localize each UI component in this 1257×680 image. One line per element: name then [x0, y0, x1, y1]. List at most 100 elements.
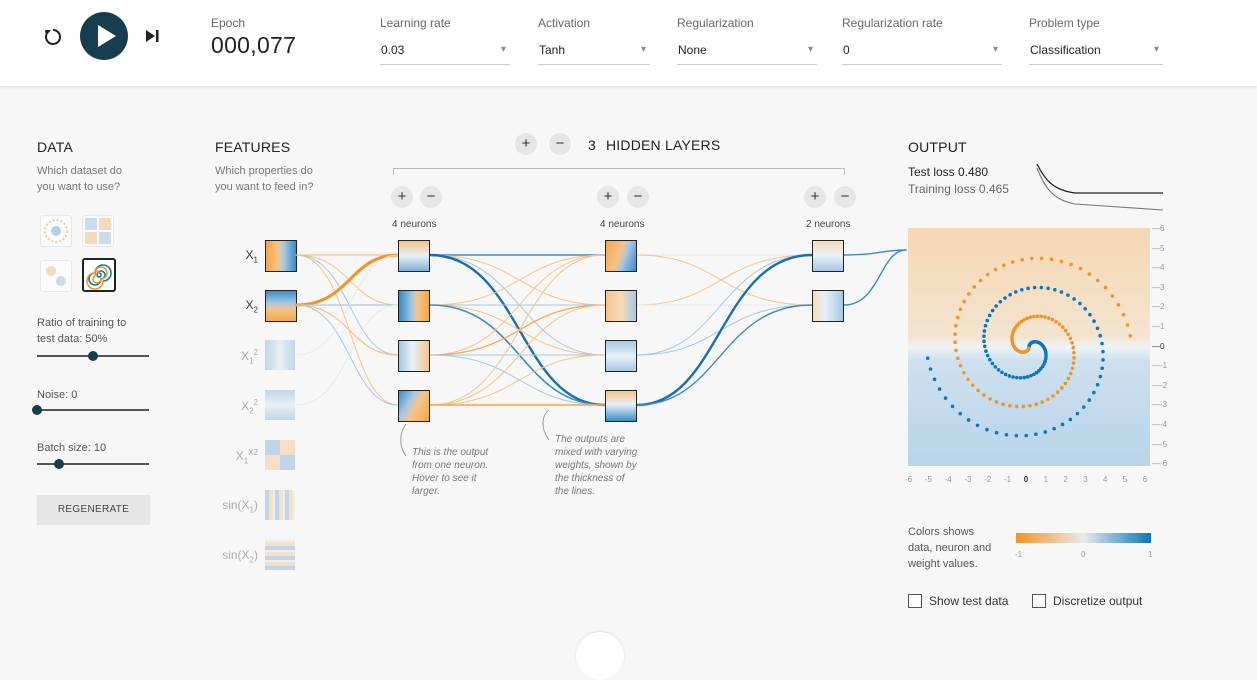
data-point	[988, 357, 992, 362]
data-point	[953, 340, 957, 345]
data-point	[1015, 375, 1019, 380]
legend-line: data, neuron and	[908, 542, 992, 554]
scroll-down-button[interactable]	[576, 632, 624, 680]
data-point	[1116, 303, 1121, 307]
x-tick-label: -4	[944, 475, 952, 484]
data-point	[958, 363, 963, 368]
data-point	[1025, 375, 1030, 379]
note-line: from one neuron.	[412, 460, 489, 471]
x-tick-label: 3	[1083, 475, 1088, 484]
data-point	[1039, 314, 1043, 319]
data-point	[1028, 403, 1032, 408]
spiral-points	[925, 256, 1133, 438]
y-tick-label: —4	[1152, 263, 1165, 273]
x-tick-label: -5	[924, 475, 932, 484]
scale-min: -1	[1015, 550, 1023, 559]
data-point	[1081, 405, 1086, 409]
y-tick-label: —-5	[1152, 439, 1168, 449]
data-point	[1028, 315, 1033, 319]
data-point	[1026, 286, 1030, 291]
data-point	[1004, 432, 1009, 437]
data-point	[1018, 375, 1023, 380]
data-point	[1098, 374, 1103, 379]
y-tick-label: —5	[1152, 243, 1165, 253]
data-point	[958, 307, 963, 312]
data-point	[1050, 317, 1055, 322]
x-tick-label: 0	[1023, 475, 1029, 484]
data-point	[1003, 372, 1008, 377]
data-point	[1110, 294, 1115, 298]
data-point	[1043, 315, 1047, 319]
data-point	[976, 388, 980, 393]
data-point	[1092, 390, 1096, 395]
data-point	[1128, 334, 1133, 338]
data-point	[1095, 326, 1100, 331]
y-tick-label: —3	[1152, 282, 1165, 292]
data-point	[954, 323, 958, 328]
data-point	[962, 370, 966, 375]
data-point	[993, 267, 998, 272]
data-point	[1024, 433, 1029, 438]
data-point	[994, 400, 999, 404]
data-point	[1071, 361, 1076, 365]
data-point	[1046, 316, 1051, 320]
note-line: mixed with varying	[555, 447, 638, 458]
data-point	[1013, 290, 1018, 294]
data-point	[993, 365, 998, 369]
data-point	[1121, 312, 1126, 317]
data-point	[987, 313, 992, 318]
show-test-data-label: Show test data	[929, 594, 1009, 608]
data-point	[1022, 375, 1026, 380]
note-line: This is the output	[412, 447, 489, 458]
show-test-data-checkbox[interactable]	[908, 594, 922, 608]
color-scale-bar	[1016, 533, 1151, 543]
data-point	[1019, 287, 1024, 292]
data-point	[1053, 287, 1057, 292]
y-tick-label: —-6	[1152, 459, 1168, 469]
data-point	[1020, 257, 1024, 262]
data-point	[985, 272, 990, 277]
data-point	[1063, 328, 1068, 333]
data-point	[990, 308, 995, 313]
data-point	[928, 367, 933, 371]
data-point	[1095, 382, 1100, 387]
note-line: the thickness of	[555, 473, 625, 484]
data-point	[984, 349, 988, 353]
data-point	[1063, 381, 1068, 386]
x-tick-label: 2	[1063, 475, 1068, 484]
data-point	[1103, 285, 1108, 290]
data-point	[1000, 370, 1004, 375]
data-point	[1051, 394, 1055, 398]
scale-max: 1	[1148, 550, 1153, 559]
data-point	[1066, 293, 1070, 297]
y-tick-label: —2	[1152, 302, 1165, 312]
data-point	[1101, 349, 1105, 354]
data-point	[1071, 345, 1076, 350]
data-point	[1072, 350, 1076, 355]
data-point	[1100, 341, 1104, 346]
output-title: OUTPUT	[908, 139, 967, 155]
output-heatmap[interactable]	[908, 228, 1150, 466]
data-point	[1069, 262, 1073, 267]
data-point	[1066, 332, 1070, 337]
data-point	[1088, 312, 1092, 317]
data-point	[1066, 376, 1071, 381]
data-point	[988, 397, 992, 401]
data-point	[982, 393, 986, 397]
data-point	[1046, 397, 1050, 402]
data-point	[1087, 272, 1092, 276]
data-point	[1100, 366, 1104, 371]
data-point	[1049, 257, 1054, 262]
note-line: weights, shown by	[555, 460, 637, 471]
discretize-output-label: Discretize output	[1053, 594, 1143, 608]
discretize-output-checkbox[interactable]	[1032, 594, 1046, 608]
data-point	[1029, 256, 1034, 261]
data-point	[1021, 404, 1026, 409]
data-point	[1002, 263, 1006, 268]
y-tick-label: —-3	[1152, 400, 1168, 410]
data-point	[1034, 432, 1038, 437]
x-tick-label: -6	[905, 475, 913, 484]
data-point	[982, 334, 986, 338]
data-point	[1011, 375, 1015, 379]
x-tick-label: -2	[984, 475, 992, 484]
